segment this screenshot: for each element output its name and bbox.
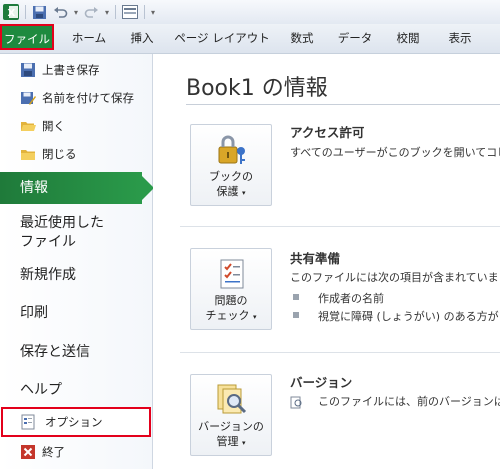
open-folder-icon	[20, 118, 36, 134]
save-command[interactable]: 上書き保存	[0, 57, 150, 83]
protect-label-line2: 保護 ▾	[191, 184, 271, 201]
protect-button-label: ブックの 保護 ▾	[191, 169, 271, 201]
dropdown-arrow-icon: ▾	[252, 313, 257, 321]
svg-text:X: X	[8, 8, 16, 19]
versions-heading: バージョン	[290, 375, 353, 390]
manage-versions-button[interactable]: バージョンの 管理 ▾	[190, 374, 272, 456]
versions-button-label: バージョンの 管理 ▾	[191, 419, 271, 451]
check-label-text: チェック	[205, 309, 250, 322]
open-command-label: 開く	[42, 119, 65, 133]
protect-label-text: 保護	[216, 185, 239, 198]
versions-magnifier-icon	[215, 383, 249, 417]
check-label-line2: チェック ▾	[191, 308, 271, 325]
dropdown-arrow-icon: ▾	[241, 439, 246, 447]
tab-data[interactable]: データ	[332, 24, 378, 53]
prepare-bullet-accessibility: 視覚に障碍 (しょうがい) のある方が	[318, 310, 499, 323]
nav-recent-line2: ファイル	[20, 234, 76, 250]
check-for-issues-button[interactable]: 問題の チェック ▾	[190, 248, 272, 330]
nav-help[interactable]: ヘルプ	[0, 381, 150, 400]
excel-logo-icon[interactable]: X	[3, 4, 19, 20]
save-icon	[20, 62, 36, 78]
versions-label-line2: 管理 ▾	[191, 434, 271, 451]
tab-file[interactable]: ファイル	[0, 24, 54, 50]
tab-review[interactable]: 校閲	[388, 24, 428, 53]
tab-page-layout[interactable]: ページ レイアウト	[172, 24, 272, 53]
save-as-command-label: 名前を付けて保存	[42, 91, 134, 105]
prepare-text: このファイルには次の項目が含まれていま	[290, 271, 499, 284]
save-as-command[interactable]: 名前を付けて保存	[0, 85, 150, 111]
section-divider	[180, 352, 500, 353]
nav-new[interactable]: 新規作成	[0, 266, 150, 285]
exit-command[interactable]: 終了	[0, 439, 150, 465]
undo-dropdown-icon[interactable]: ▾	[74, 8, 78, 17]
info-pane: Book1 の情報 ブックの 保護 ▾ アクセス許可 すべてのユーザーがこのブッ…	[153, 54, 500, 469]
customize-toolbar-icon[interactable]: ▾	[151, 8, 155, 17]
tab-view[interactable]: 表示	[438, 24, 482, 53]
close-command-label: 閉じる	[42, 147, 77, 161]
version-document-icon	[290, 394, 303, 413]
redo-dropdown-icon[interactable]: ▾	[105, 8, 109, 17]
permissions-heading: アクセス許可	[290, 125, 365, 140]
tab-home[interactable]: ホーム	[66, 24, 112, 53]
toolbar-separator	[144, 5, 146, 19]
checklist-icon	[215, 257, 249, 291]
options-icon	[21, 414, 37, 430]
permissions-text: すべてのユーザーがこのブックを開いてコピ	[290, 146, 500, 159]
nav-print[interactable]: 印刷	[0, 304, 150, 323]
close-command[interactable]: 閉じる	[0, 141, 150, 167]
quick-access-toolbar: X ▾ ▾ ▾	[0, 0, 500, 24]
nav-recent-line1: 最近使用した	[20, 215, 104, 231]
protect-workbook-button[interactable]: ブックの 保護 ▾	[190, 124, 272, 206]
exit-icon	[20, 444, 36, 460]
nav-save-send[interactable]: 保存と送信	[0, 343, 150, 362]
options-label: オプション	[45, 415, 103, 429]
dropdown-arrow-icon: ▾	[241, 189, 246, 197]
page-title: Book1 の情報	[186, 76, 328, 101]
section-divider	[180, 226, 500, 227]
nav-info[interactable]: 情報	[0, 172, 154, 204]
ribbon-tab-strip: ファイル ホーム 挿入 ページ レイアウト 数式 データ 校閲 表示	[0, 24, 500, 54]
save-command-label: 上書き保存	[42, 63, 100, 77]
versions-label-line1: バージョンの	[198, 420, 264, 433]
toolbar-separator	[25, 5, 26, 19]
prepare-bullet-author: 作成者の名前	[318, 292, 384, 305]
protect-label-line1: ブックの	[209, 170, 253, 183]
backstage-menu: 上書き保存 名前を付けて保存 開く 閉じる 情報 最近使用した ファイル 新規作…	[0, 54, 154, 469]
prepare-heading: 共有準備	[290, 251, 341, 266]
close-folder-icon	[20, 146, 36, 162]
versions-label-text: 管理	[216, 435, 239, 448]
redo-icon[interactable]	[84, 5, 99, 20]
check-button-label: 問題の チェック ▾	[191, 293, 271, 325]
tab-insert[interactable]: 挿入	[122, 24, 162, 53]
title-divider	[186, 104, 500, 105]
tab-formulas[interactable]: 数式	[282, 24, 322, 53]
exit-label: 終了	[42, 445, 65, 459]
versions-text: このファイルには、前のバージョンはあ	[318, 395, 500, 408]
nav-recent-files[interactable]: 最近使用した ファイル	[0, 214, 150, 252]
save-as-icon	[20, 90, 36, 106]
bullet-icon	[293, 294, 299, 300]
form-icon[interactable]	[122, 5, 139, 19]
save-icon[interactable]	[32, 5, 47, 20]
lock-key-icon	[215, 133, 249, 167]
undo-icon[interactable]	[53, 5, 68, 20]
options-command[interactable]: オプション	[1, 407, 151, 437]
open-command[interactable]: 開く	[0, 113, 150, 139]
toolbar-separator	[115, 5, 117, 19]
bullet-icon	[293, 312, 299, 318]
check-label-line1: 問題の	[214, 294, 248, 307]
